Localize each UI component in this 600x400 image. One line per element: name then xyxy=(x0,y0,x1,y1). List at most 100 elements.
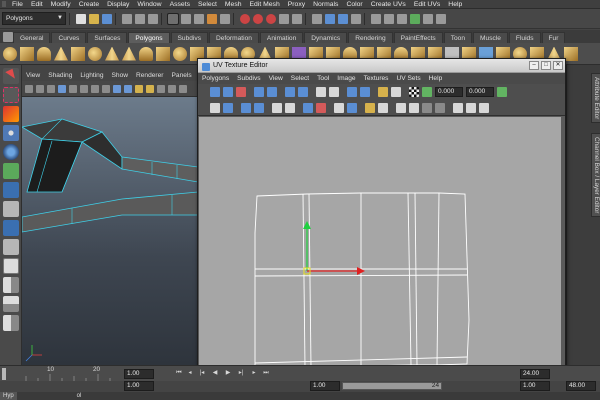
menu-create[interactable]: Create xyxy=(75,0,103,9)
current-time-marker[interactable] xyxy=(2,368,6,380)
select-shell-icon[interactable] xyxy=(316,102,326,113)
exposure-icon[interactable] xyxy=(435,102,445,113)
xray-icon[interactable] xyxy=(179,84,187,93)
uv-u-field[interactable]: 0.000 xyxy=(435,87,463,97)
new-scene-icon[interactable] xyxy=(76,13,86,24)
uv-menu-textures[interactable]: Textures xyxy=(360,73,393,84)
relax-icon[interactable] xyxy=(303,102,313,113)
shelf-tab-subdivs[interactable]: Subdivs xyxy=(170,32,208,43)
step-forward-frame-icon[interactable]: ▸ xyxy=(250,369,258,377)
snap-plane-icon[interactable] xyxy=(279,13,289,24)
poly-cylinder-icon[interactable] xyxy=(37,46,51,61)
sew-uv-edges-icon[interactable] xyxy=(329,87,339,97)
poly-cone-icon[interactable] xyxy=(54,46,68,61)
four-view-layout-icon[interactable] xyxy=(2,277,19,293)
paste-uvs-icon[interactable] xyxy=(409,102,419,113)
command-language-label[interactable]: Hyp xyxy=(0,392,17,400)
poly-sphere-icon[interactable] xyxy=(3,46,17,61)
uv-menu-select[interactable]: Select xyxy=(287,73,313,84)
step-back-key-icon[interactable]: |◂ xyxy=(198,369,206,377)
render-settings-icon[interactable] xyxy=(351,13,361,24)
select-tool-icon[interactable] xyxy=(2,68,19,84)
attribute-editor-icon[interactable] xyxy=(410,13,420,24)
uv-move-manipulator[interactable] xyxy=(303,221,365,275)
film-gate-icon[interactable] xyxy=(80,84,88,93)
uv-move-tool-icon[interactable] xyxy=(223,87,233,97)
checker-map-icon[interactable] xyxy=(409,87,419,97)
snap-curve-icon[interactable] xyxy=(253,13,263,24)
resolution-gate-icon[interactable] xyxy=(91,84,99,93)
cut-uv-edges-icon[interactable] xyxy=(316,87,326,97)
menu-window[interactable]: Window xyxy=(133,0,165,9)
shelf-tab-animation[interactable]: Animation xyxy=(259,32,304,43)
uv-menu-polygons[interactable]: Polygons xyxy=(198,73,233,84)
persp-graph-layout-icon[interactable] xyxy=(2,315,19,331)
channel-box-tab[interactable]: Channel Box / Layer Editor xyxy=(591,133,600,218)
menu-select[interactable]: Select xyxy=(194,0,221,9)
uv-options-icon[interactable] xyxy=(479,102,489,113)
range-start-field[interactable]: 1.00 xyxy=(310,381,340,391)
bookmark-icon[interactable] xyxy=(47,84,55,93)
poly-cube-icon[interactable] xyxy=(20,46,34,61)
open-scene-icon[interactable] xyxy=(89,13,99,24)
tool-settings-icon[interactable] xyxy=(423,13,433,24)
history-icon[interactable] xyxy=(312,13,322,24)
use-all-lights-icon[interactable] xyxy=(146,84,154,93)
go-to-end-icon[interactable]: ⏭ xyxy=(262,369,270,377)
play-backward-icon[interactable]: ◀ xyxy=(211,369,219,377)
go-to-start-icon[interactable]: ⏮ xyxy=(175,369,183,377)
copy-uvs-icon[interactable] xyxy=(396,102,406,113)
menu-normals[interactable]: Normals xyxy=(309,0,342,9)
shelf-tab-painteffects[interactable]: PaintEffects xyxy=(393,32,443,43)
poly-helix-icon[interactable] xyxy=(156,46,170,61)
smooth-shade-icon[interactable] xyxy=(124,84,132,93)
poly-prism-icon[interactable] xyxy=(105,46,119,61)
frame-all-icon[interactable] xyxy=(210,102,220,113)
range-slider-bar[interactable]: 24 xyxy=(342,382,442,390)
layout-uvs-icon[interactable] xyxy=(360,87,370,97)
paint-select-tool-icon[interactable] xyxy=(2,106,19,122)
sculpt-geometry-icon[interactable] xyxy=(564,46,578,61)
snap-point-icon[interactable] xyxy=(266,13,276,24)
shelf-menu-icon[interactable] xyxy=(3,31,13,42)
universal-manipulator-icon[interactable] xyxy=(2,182,19,198)
shelf-tab-surfaces[interactable]: Surfaces xyxy=(87,32,128,43)
flip-u-icon[interactable] xyxy=(254,87,264,97)
save-scene-icon[interactable] xyxy=(102,13,112,24)
viewport-menu-renderer[interactable]: Renderer xyxy=(132,71,168,81)
time-slider[interactable]: 10 20 1.00 ⏮ ◂ |◂ ◀ ▶ ▸| ▸ ⏭ 24.00 xyxy=(0,365,600,382)
rotate-tool-icon[interactable] xyxy=(2,144,19,160)
pixel-snap-icon[interactable] xyxy=(378,102,388,113)
unfold-icon[interactable] xyxy=(285,102,295,113)
single-perspective-layout-icon[interactable] xyxy=(2,258,19,274)
camera-attributes-icon[interactable] xyxy=(36,84,44,93)
start-time-field[interactable]: 1.00 xyxy=(124,381,154,391)
uv-lattice-tool-icon[interactable] xyxy=(210,87,220,97)
attribute-editor-tab[interactable]: Attribute Editor xyxy=(591,73,600,124)
shade-uvs-icon[interactable] xyxy=(422,87,432,97)
end-range-field[interactable]: 1.00 xyxy=(520,381,550,391)
texture-channel-icon[interactable] xyxy=(422,102,432,113)
scale-tool-icon[interactable] xyxy=(2,163,19,179)
uv-editor-titlebar[interactable]: UV Texture Editor ‒ □ ✕ xyxy=(198,59,565,73)
shelf-tab-general[interactable]: General xyxy=(13,32,51,43)
viewport-menu-view[interactable]: View xyxy=(22,71,44,81)
select-object-icon[interactable] xyxy=(135,13,145,24)
grid-icon[interactable] xyxy=(69,84,77,93)
menu-proxy[interactable]: Proxy xyxy=(284,0,309,9)
poly-plane-icon[interactable] xyxy=(71,46,85,61)
move-tool-icon[interactable] xyxy=(2,125,19,141)
gate-mask-icon[interactable] xyxy=(102,84,110,93)
ipr-render-icon[interactable] xyxy=(338,13,348,24)
copy-u-icon[interactable] xyxy=(453,102,463,113)
select-face-icon[interactable] xyxy=(194,13,204,24)
isolate-select-icon[interactable] xyxy=(168,84,176,93)
channel-box-icon[interactable] xyxy=(436,13,446,24)
align-uvs-icon[interactable] xyxy=(254,102,264,113)
rotate-cw-icon[interactable] xyxy=(298,87,308,97)
viewport-menu-panels[interactable]: Panels xyxy=(168,71,196,81)
menu-edit-mesh[interactable]: Edit Mesh xyxy=(246,0,284,9)
uv-menu-view[interactable]: View xyxy=(265,73,287,84)
flip-v-icon[interactable] xyxy=(267,87,277,97)
current-frame-field[interactable]: 1.00 xyxy=(124,369,154,379)
